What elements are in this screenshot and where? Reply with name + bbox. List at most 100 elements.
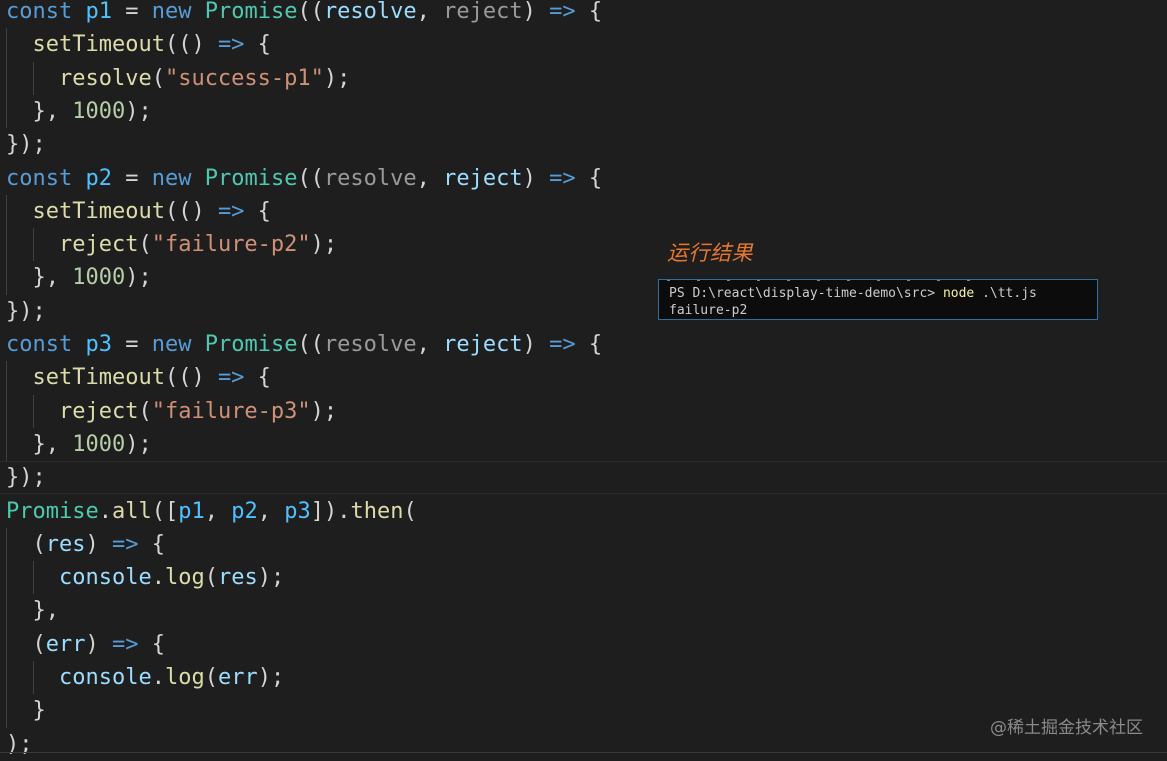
- code-token: });: [6, 465, 46, 491]
- code-token: p2: [231, 498, 258, 524]
- code-token: =: [111, 0, 152, 24]
- code-token: 1000: [72, 431, 126, 457]
- code-token: res: [45, 531, 86, 557]
- code-token: .: [151, 565, 165, 591]
- code-token: ,: [416, 165, 444, 191]
- code-token: {: [575, 332, 603, 357]
- code-token: =: [111, 332, 152, 357]
- code-token: },: [6, 265, 73, 291]
- code-token: ((): [164, 365, 218, 391]
- code-token: const: [6, 165, 86, 191]
- code-token: (: [138, 232, 152, 258]
- code-token: console: [58, 565, 152, 591]
- code-token: reject: [58, 398, 139, 424]
- code-token: err: [45, 631, 86, 657]
- code-token: 1000: [72, 98, 126, 124]
- code-token: {: [244, 198, 271, 224]
- code-line: setTimeout(() => {: [6, 195, 271, 228]
- code-token: setTimeout: [32, 32, 165, 58]
- code-line: });: [6, 295, 46, 328]
- code-line: const p2 = new Promise((resolve, reject)…: [6, 162, 602, 195]
- code-token: "failure-p3": [151, 398, 311, 424]
- code-line: console.log(err);: [6, 661, 284, 694]
- code-token: (: [204, 665, 218, 690]
- code-token: console: [58, 665, 152, 690]
- code-token: const: [6, 332, 86, 357]
- code-token: Promise: [204, 0, 298, 24]
- code-token: {: [244, 365, 271, 391]
- code-token: "failure-p2": [151, 232, 311, 258]
- code-token: log: [164, 565, 205, 591]
- code-token: });: [6, 132, 46, 158]
- code-token: ): [85, 531, 112, 557]
- code-token: (: [138, 398, 152, 424]
- code-token: ((): [164, 32, 218, 58]
- code-token: },: [6, 598, 59, 624]
- code-token: all: [111, 498, 152, 524]
- code-token: =>: [217, 365, 245, 391]
- code-line: }, 1000);: [6, 95, 152, 128]
- code-token: 1000: [72, 265, 126, 291]
- code-token: Promise: [6, 498, 99, 524]
- code-line: }, 1000);: [6, 428, 151, 461]
- code-token: );: [257, 665, 285, 690]
- code-token: p3: [85, 332, 112, 357]
- code-token: ((): [164, 198, 218, 224]
- code-token: .: [151, 665, 165, 690]
- code-token: });: [6, 298, 46, 324]
- code-token: =>: [549, 165, 576, 191]
- code-line: setTimeout(() => {: [6, 361, 271, 394]
- result-title: 运行结果: [667, 241, 753, 265]
- terminal-args: .\tt.js: [974, 286, 1037, 301]
- code-line: }: [6, 694, 45, 727]
- code-line: (res) => {: [6, 528, 165, 561]
- code-token: );: [310, 398, 338, 424]
- current-line-highlight: [0, 461, 1167, 494]
- code-token: reject: [443, 0, 523, 24]
- code-line: },: [6, 594, 59, 627]
- code-token: ,: [416, 332, 444, 357]
- terminal-panel[interactable]: PS D:\react\display-time-demo\src> node …: [658, 279, 1098, 320]
- code-line: });: [6, 128, 46, 161]
- code-token: },: [6, 98, 73, 124]
- code-token: ): [522, 165, 550, 191]
- code-token: );: [310, 232, 338, 258]
- code-token: =: [111, 165, 152, 191]
- code-token: ([: [151, 498, 179, 524]
- code-token: resolve: [323, 165, 417, 191]
- code-token: ,: [257, 498, 285, 524]
- code-token: );: [125, 265, 152, 291]
- code-line: reject("failure-p3");: [6, 395, 337, 428]
- code-token: );: [125, 98, 152, 124]
- code-token: reject: [443, 332, 523, 357]
- terminal-command: node: [942, 286, 975, 301]
- terminal-cutoff-line: [667, 280, 997, 281]
- code-token: );: [257, 565, 285, 591]
- code-token: ((: [297, 332, 324, 357]
- code-token: (: [204, 565, 218, 591]
- code-token: =>: [112, 631, 139, 657]
- code-token: ): [522, 332, 550, 357]
- code-token: =>: [112, 531, 139, 557]
- code-token: {: [138, 531, 165, 557]
- code-token: p1: [178, 498, 205, 524]
- code-token: p2: [85, 165, 112, 191]
- code-token: ,: [416, 0, 444, 24]
- code-token: resolve: [323, 332, 417, 357]
- code-line: Promise.all([p1, p2, p3]).then(: [6, 495, 417, 528]
- code-token: "success-p1": [164, 65, 324, 91]
- code-token: =>: [549, 0, 576, 24]
- code-token: resolve: [58, 65, 152, 91]
- code-token: err: [217, 665, 258, 690]
- code-token: ]).: [310, 498, 351, 524]
- code-token: =>: [549, 332, 576, 357]
- code-editor[interactable]: const p1 = new Promise((resolve, reject)…: [0, 0, 1167, 758]
- code-token: ): [522, 0, 550, 24]
- code-token: (: [403, 498, 417, 524]
